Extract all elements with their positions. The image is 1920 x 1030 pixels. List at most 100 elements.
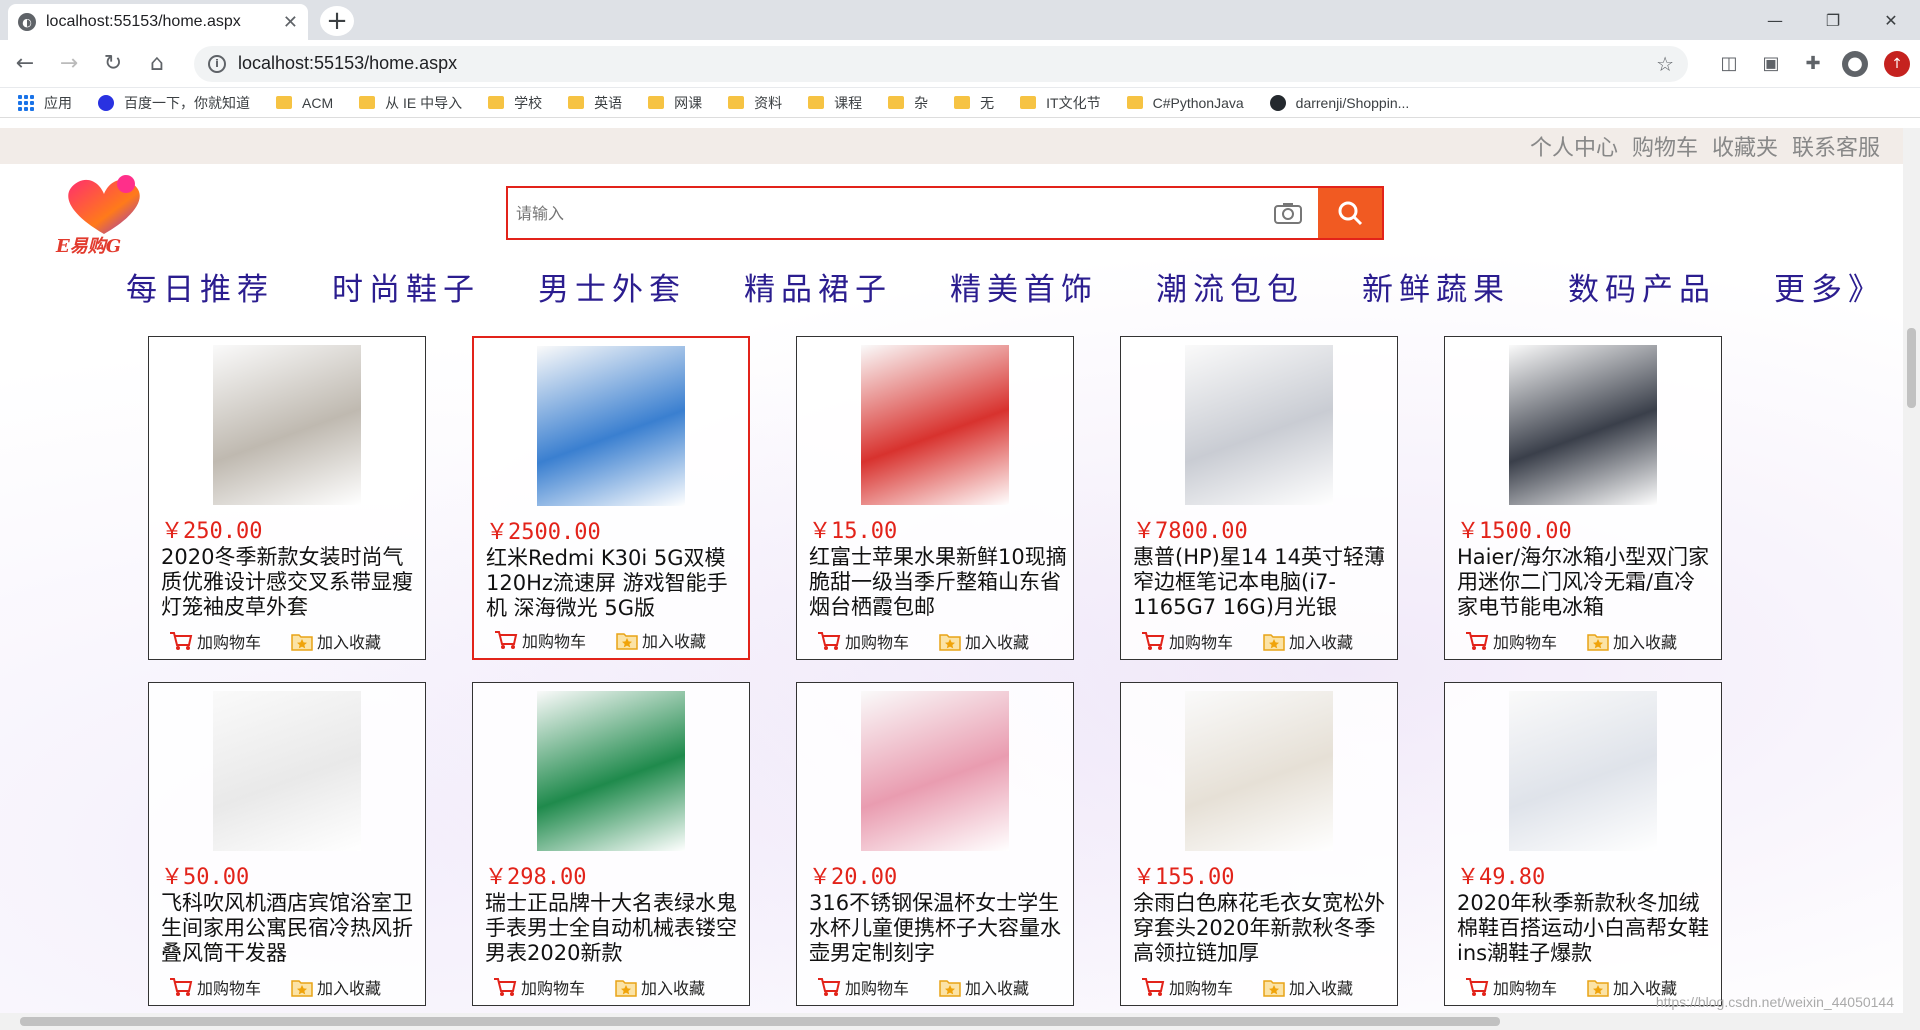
product-name[interactable]: 316不锈钢保温杯女士学生水杯儿童便携杯子大容量水壶男定制刻字 bbox=[803, 891, 1067, 966]
add-to-favorites-button[interactable]: 加入收藏 bbox=[615, 975, 705, 999]
bookmark-apps[interactable]: 应用 bbox=[18, 93, 72, 113]
product-name[interactable]: 惠普(HP)星14 14英寸轻薄窄边框笔记本电脑(i7-1165G7 16G)月… bbox=[1127, 545, 1391, 620]
close-window-icon[interactable]: ✕ bbox=[1862, 0, 1920, 40]
profile-avatar-icon[interactable]: ● bbox=[1842, 50, 1868, 77]
product-card[interactable]: ￥20.00 316不锈钢保温杯女士学生水杯儿童便携杯子大容量水壶男定制刻字 加… bbox=[796, 682, 1074, 1006]
new-tab-button[interactable]: + bbox=[320, 6, 354, 36]
product-name[interactable]: 红米Redmi K30i 5G双模120Hz流速屏 游戏智能手机 深海微光 5G… bbox=[480, 546, 742, 621]
product-card[interactable]: ￥50.00 飞科吹风机酒店宾馆浴室卫生间家用公寓民宿冷热风折叠风筒干发器 加购… bbox=[148, 682, 426, 1006]
add-to-cart-button[interactable]: 加购物车 bbox=[169, 629, 261, 653]
product-card[interactable]: ￥7800.00 惠普(HP)星14 14英寸轻薄窄边框笔记本电脑(i7-116… bbox=[1120, 336, 1398, 660]
extension-icon[interactable]: ◫ bbox=[1716, 51, 1742, 77]
product-card[interactable]: ￥298.00 瑞士正品牌十大名表绿水鬼手表男士全自动机械表镂空男表2020新款… bbox=[472, 682, 750, 1006]
add-to-cart-button[interactable]: 加购物车 bbox=[1141, 629, 1233, 653]
add-to-favorites-button[interactable]: 加入收藏 bbox=[939, 629, 1029, 653]
bookmark-folder[interactable]: 学校 bbox=[488, 93, 542, 113]
category-dresses[interactable]: 精品裙子 bbox=[744, 264, 892, 309]
bookmark-baidu[interactable]: 百度一下，你就知道 bbox=[98, 93, 250, 113]
category-shoes[interactable]: 时尚鞋子 bbox=[332, 264, 480, 309]
back-icon[interactable]: ← bbox=[10, 49, 40, 79]
category-daily[interactable]: 每日推荐 bbox=[126, 264, 274, 309]
category-digital[interactable]: 数码产品 bbox=[1568, 264, 1716, 309]
bookmark-folder[interactable]: C#PythonJava bbox=[1126, 95, 1244, 111]
category-fruits[interactable]: 新鲜蔬果 bbox=[1362, 264, 1510, 309]
site-logo[interactable]: E易购G bbox=[56, 172, 152, 258]
add-to-cart-button[interactable]: 加购物车 bbox=[169, 975, 261, 999]
product-image[interactable] bbox=[1185, 345, 1333, 505]
product-card[interactable]: ￥1500.00 Haier/海尔冰箱小型双门家用迷你二门风冷无霜/直冷家电节能… bbox=[1444, 336, 1722, 660]
add-to-cart-button[interactable]: 加购物车 bbox=[493, 975, 585, 999]
product-name[interactable]: Haier/海尔冰箱小型双门家用迷你二门风冷无霜/直冷家电节能电冰箱 bbox=[1451, 545, 1715, 620]
product-image[interactable] bbox=[213, 691, 361, 851]
product-name[interactable]: 瑞士正品牌十大名表绿水鬼手表男士全自动机械表镂空男表2020新款 bbox=[479, 891, 743, 966]
puzzle-icon[interactable]: ✚ bbox=[1800, 51, 1826, 77]
bookmark-folder[interactable]: 资料 bbox=[728, 93, 782, 113]
update-icon[interactable]: ↑ bbox=[1884, 50, 1910, 77]
add-to-cart-button[interactable]: 加购物车 bbox=[494, 628, 586, 652]
vertical-scrollbar[interactable] bbox=[1903, 128, 1920, 1013]
home-icon[interactable]: ⌂ bbox=[142, 49, 172, 79]
add-to-cart-button[interactable]: 加购物车 bbox=[1141, 975, 1233, 999]
product-image[interactable] bbox=[1185, 691, 1333, 851]
address-bar[interactable]: i localhost:55153/home.aspx ☆ bbox=[194, 45, 1688, 82]
add-to-cart-button[interactable]: 加购物车 bbox=[1465, 975, 1557, 999]
product-image[interactable] bbox=[537, 691, 685, 851]
bookmark-folder[interactable]: 网课 bbox=[648, 93, 702, 113]
product-image[interactable] bbox=[861, 691, 1009, 851]
bookmark-folder[interactable]: 杂 bbox=[888, 93, 928, 113]
forward-icon[interactable]: → bbox=[54, 49, 84, 79]
horizontal-scrollbar[interactable] bbox=[0, 1013, 1920, 1030]
product-image[interactable] bbox=[1509, 345, 1657, 505]
scrollbar-thumb[interactable] bbox=[1907, 328, 1916, 408]
maximize-icon[interactable]: ❐ bbox=[1804, 0, 1862, 40]
add-to-favorites-button[interactable]: 加入收藏 bbox=[939, 975, 1029, 999]
add-to-cart-button[interactable]: 加购物车 bbox=[817, 975, 909, 999]
add-to-favorites-button[interactable]: 加入收藏 bbox=[1587, 629, 1677, 653]
product-image[interactable] bbox=[1509, 691, 1657, 851]
product-image[interactable] bbox=[213, 345, 361, 505]
product-name[interactable]: 飞科吹风机酒店宾馆浴室卫生间家用公寓民宿冷热风折叠风筒干发器 bbox=[155, 891, 419, 966]
minimize-icon[interactable]: — bbox=[1746, 0, 1804, 40]
product-card[interactable]: ￥2500.00 红米Redmi K30i 5G双模120Hz流速屏 游戏智能手… bbox=[472, 336, 750, 660]
link-user-center[interactable]: 个人中心 bbox=[1530, 130, 1618, 162]
bookmark-folder[interactable]: 无 bbox=[954, 93, 994, 113]
product-card[interactable]: ￥15.00 红富士苹果水果新鲜10现摘脆甜一级当季斤整箱山东省烟台栖霞包邮 加… bbox=[796, 336, 1074, 660]
extension-badge-icon[interactable]: ▣ bbox=[1758, 51, 1784, 77]
product-card[interactable]: ￥250.00 2020冬季新款女装时尚气质优雅设计感交叉系带显瘦灯笼袖皮草外套… bbox=[148, 336, 426, 660]
url-text[interactable]: localhost:55153/home.aspx bbox=[238, 53, 1644, 74]
category-mens-coats[interactable]: 男士外套 bbox=[538, 264, 686, 309]
close-tab-icon[interactable]: ✕ bbox=[283, 12, 298, 33]
bookmark-github[interactable]: darrenji/Shoppin... bbox=[1269, 94, 1409, 111]
browser-tab[interactable]: ◐ localhost:55153/home.aspx ✕ bbox=[8, 4, 308, 40]
add-to-favorites-button[interactable]: 加入收藏 bbox=[291, 629, 381, 653]
product-image[interactable] bbox=[537, 346, 685, 506]
category-more[interactable]: 更多》 bbox=[1774, 264, 1885, 309]
link-support[interactable]: 联系客服 bbox=[1792, 130, 1880, 162]
add-to-favorites-button[interactable]: 加入收藏 bbox=[1263, 975, 1353, 999]
reload-icon[interactable]: ↻ bbox=[98, 49, 128, 79]
category-jewelry[interactable]: 精美首饰 bbox=[950, 264, 1098, 309]
add-to-favorites-button[interactable]: 加入收藏 bbox=[1263, 629, 1353, 653]
search-input[interactable] bbox=[508, 188, 1258, 238]
product-name[interactable]: 余雨白色麻花毛衣女宽松外穿套头2020年新款秋冬季高领拉链加厚 bbox=[1127, 891, 1391, 966]
bookmark-folder[interactable]: ACM bbox=[276, 95, 333, 111]
site-info-icon[interactable]: i bbox=[208, 54, 226, 73]
bookmark-folder[interactable]: 英语 bbox=[568, 93, 622, 113]
link-favorites[interactable]: 收藏夹 bbox=[1712, 130, 1778, 162]
camera-icon[interactable] bbox=[1258, 188, 1318, 238]
bookmark-folder[interactable]: 课程 bbox=[808, 93, 862, 113]
link-cart[interactable]: 购物车 bbox=[1632, 130, 1698, 162]
product-name[interactable]: 2020年秋季新款秋冬加绒棉鞋百搭运动小白高帮女鞋ins潮鞋子爆款 bbox=[1451, 891, 1715, 966]
add-to-favorites-button[interactable]: 加入收藏 bbox=[291, 975, 381, 999]
product-image[interactable] bbox=[861, 345, 1009, 505]
search-button[interactable] bbox=[1318, 188, 1382, 238]
product-name[interactable]: 红富士苹果水果新鲜10现摘脆甜一级当季斤整箱山东省烟台栖霞包邮 bbox=[803, 545, 1067, 620]
product-name[interactable]: 2020冬季新款女装时尚气质优雅设计感交叉系带显瘦灯笼袖皮草外套 bbox=[155, 545, 419, 620]
bookmark-star-icon[interactable]: ☆ bbox=[1656, 52, 1674, 76]
add-to-cart-button[interactable]: 加购物车 bbox=[1465, 629, 1557, 653]
category-bags[interactable]: 潮流包包 bbox=[1156, 264, 1304, 309]
bookmark-folder[interactable]: IT文化节 bbox=[1020, 93, 1101, 113]
scrollbar-thumb[interactable] bbox=[20, 1017, 1500, 1026]
product-card[interactable]: ￥49.80 2020年秋季新款秋冬加绒棉鞋百搭运动小白高帮女鞋ins潮鞋子爆款… bbox=[1444, 682, 1722, 1006]
add-to-cart-button[interactable]: 加购物车 bbox=[817, 629, 909, 653]
